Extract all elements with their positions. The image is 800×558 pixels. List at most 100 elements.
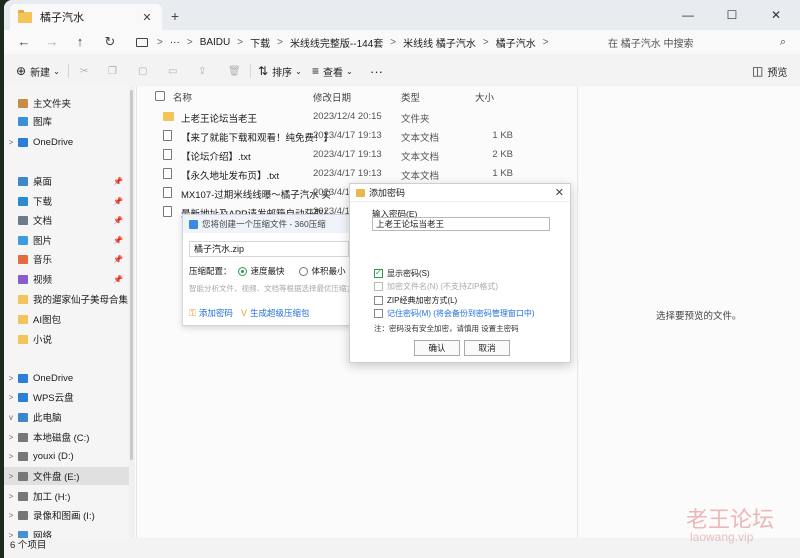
generate-super-archive-link[interactable]: V 生成超级压缩包	[241, 307, 310, 319]
address-bar[interactable]: > ··· > BAIDU > 下载 > 米线线完整版--144套 > 米线线 …	[132, 32, 599, 52]
close-window-button[interactable]: ✕	[754, 0, 798, 30]
preview-button[interactable]: ◫ 预览	[752, 60, 787, 82]
breadcrumb[interactable]: 下载	[246, 35, 274, 50]
file-date: 2023/4/17 19:13	[313, 130, 382, 141]
compress-popup: 您将创建一个压缩文件 - 360压缩 橘子汽水.zip 压缩配置： 速度最快 体…	[182, 214, 383, 326]
sidebar-item[interactable]: 下载 📌	[4, 192, 129, 210]
rename-icon[interactable]: ▭	[168, 60, 177, 82]
pin-icon[interactable]: 📌	[113, 255, 123, 264]
column-header-type[interactable]: 类型	[401, 90, 420, 104]
close-tab-icon[interactable]: ✕	[140, 11, 154, 24]
sidebar-item[interactable]: > OneDrive	[4, 133, 129, 151]
column-header-size[interactable]: 大小	[475, 90, 494, 104]
copy-icon[interactable]: ❐	[108, 60, 117, 82]
new-tab-button[interactable]: +	[166, 7, 184, 25]
sidebar-item[interactable]: > WPS云盘	[4, 388, 129, 406]
chevron-down-icon[interactable]: v	[4, 413, 18, 422]
sidebar-item[interactable]: AI图包	[4, 310, 129, 328]
pin-icon[interactable]: 📌	[113, 197, 123, 206]
more-options-button[interactable]: ···	[370, 60, 383, 82]
file-row[interactable]: 【永久地址发布页】.txt 2023/4/17 19:13 文本文档 1 KB	[157, 165, 517, 183]
chevron-right-icon[interactable]: >	[4, 452, 18, 461]
sidebar-item[interactable]: 文档 📌	[4, 211, 129, 229]
folder-icon	[18, 9, 32, 23]
sidebar-item[interactable]: v 此电脑	[4, 408, 129, 426]
chevron-right-icon: >	[390, 36, 397, 48]
sidebar-item[interactable]: 视频 📌	[4, 270, 129, 288]
breadcrumb[interactable]: 米线线完整版--144套	[286, 35, 387, 50]
zip-classic-option[interactable]: ZIP经典加密方式(L)	[374, 295, 457, 306]
chevron-right-icon[interactable]: >	[4, 393, 18, 402]
close-icon[interactable]: ✕	[555, 186, 564, 199]
refresh-button[interactable]: ↻	[98, 32, 122, 52]
desktop-icon	[18, 176, 28, 186]
encrypt-names-checkbox[interactable]	[374, 282, 383, 291]
add-password-link[interactable]: ⚿ 添加密码	[189, 307, 233, 319]
encrypt-names-option[interactable]: 加密文件名(N) (不支持ZIP格式)	[374, 281, 498, 292]
small-radio[interactable]	[298, 266, 308, 276]
tab-title: 橘子汽水	[40, 12, 84, 24]
chevron-right-icon[interactable]: >	[4, 511, 18, 520]
chevron-right-icon[interactable]: >	[4, 492, 18, 501]
forward-button[interactable]: →	[40, 32, 64, 52]
sidebar-item[interactable]: > 文件盘 (E:)	[4, 467, 129, 485]
sidebar-item[interactable]: 主文件夹	[4, 94, 129, 112]
paste-icon[interactable]: ▢	[138, 60, 147, 82]
back-button[interactable]: ←	[12, 32, 36, 52]
file-row[interactable]: 上老王论坛当老王 2023/12/4 20:15 文件夹	[157, 108, 517, 126]
zip-classic-checkbox[interactable]	[374, 296, 383, 305]
chevron-right-icon[interactable]: >	[4, 138, 18, 147]
tab-current[interactable]: 橘子汽水 ✕	[10, 4, 162, 30]
remember-password-option[interactable]: 记住密码(M) (将会备份到密码管理窗口中)	[374, 308, 535, 319]
new-button[interactable]: ⊕ 新建 ⌄	[16, 60, 60, 82]
remember-password-checkbox[interactable]	[374, 309, 383, 318]
sidebar-item[interactable]: 小说	[4, 330, 129, 348]
breadcrumb[interactable]: 米线线 橘子汽水	[399, 35, 480, 50]
share-icon[interactable]: ⇪	[198, 60, 206, 82]
show-password-checkbox[interactable]	[374, 268, 383, 278]
sidebar-item[interactable]: > 录像和图画 (I:)	[4, 506, 129, 524]
select-all-checkbox[interactable]	[155, 91, 165, 101]
breadcrumb-more[interactable]: ···	[166, 37, 184, 48]
sidebar-item[interactable]: 图片 📌	[4, 231, 129, 249]
sidebar-item[interactable]: 我的遛家仙子美母合集	[4, 290, 129, 308]
sidebar-item[interactable]: > 本地磁盘 (C:)	[4, 428, 129, 446]
pin-icon[interactable]: 📌	[113, 177, 123, 186]
view-button[interactable]: ≡ 查看 ⌄	[312, 60, 353, 82]
search-input[interactable]: 在 橘子汽水 中搜索 ⌕	[604, 32, 794, 52]
column-header-name[interactable]: 名称	[173, 90, 192, 104]
pin-icon[interactable]: 📌	[113, 275, 123, 284]
navigation-bar: ← → ↑ ↻ > ··· > BAIDU > 下载 > 米线线完整版--144…	[4, 30, 800, 54]
archive-name-field[interactable]: 橘子汽水.zip	[189, 241, 349, 257]
sidebar-item[interactable]: > OneDrive	[4, 369, 129, 387]
pin-icon[interactable]: 📌	[113, 216, 123, 225]
delete-icon[interactable]: 🗑	[228, 60, 241, 82]
sidebar-item[interactable]: > youxi (D:)	[4, 447, 129, 465]
chevron-right-icon[interactable]: >	[4, 472, 18, 481]
sidebar-item[interactable]: 桌面 📌	[4, 172, 129, 190]
column-header-date[interactable]: 修改日期	[313, 90, 351, 104]
sidebar-item[interactable]: 音乐 📌	[4, 250, 129, 268]
sidebar-scrollbar[interactable]	[129, 86, 135, 538]
fast-radio[interactable]	[237, 266, 247, 276]
show-password-option[interactable]: 显示密码(S)	[374, 268, 430, 279]
maximize-button[interactable]: ☐	[710, 0, 754, 30]
ok-button[interactable]: 确认	[414, 340, 460, 356]
chevron-right-icon[interactable]: >	[4, 433, 18, 442]
sidebar-item-label: 文档	[33, 216, 53, 227]
pin-icon[interactable]: 📌	[113, 236, 123, 245]
sidebar-item[interactable]: > 加工 (H:)	[4, 487, 129, 505]
file-row[interactable]: 【来了就能下载和观看！纯免费！】.txt 2023/4/17 19:13 文本文档 1…	[157, 127, 517, 145]
scrollbar-thumb[interactable]	[130, 90, 133, 460]
minimize-button[interactable]: —	[666, 0, 710, 30]
file-row[interactable]: 【论坛介绍】.txt 2023/4/17 19:13 文本文档 2 KB	[157, 146, 517, 164]
password-field[interactable]: 上老王论坛当老王	[372, 217, 550, 231]
up-button[interactable]: ↑	[68, 32, 92, 52]
sidebar-item[interactable]: 图库	[4, 112, 129, 130]
breadcrumb[interactable]: BAIDU	[196, 37, 235, 48]
chevron-right-icon[interactable]: >	[4, 374, 18, 383]
sort-button[interactable]: ⇅ 排序 ⌄	[258, 60, 302, 82]
breadcrumb[interactable]: 橘子汽水	[492, 35, 540, 50]
cut-icon[interactable]: ✂	[80, 60, 88, 82]
cancel-button[interactable]: 取消	[464, 340, 510, 356]
